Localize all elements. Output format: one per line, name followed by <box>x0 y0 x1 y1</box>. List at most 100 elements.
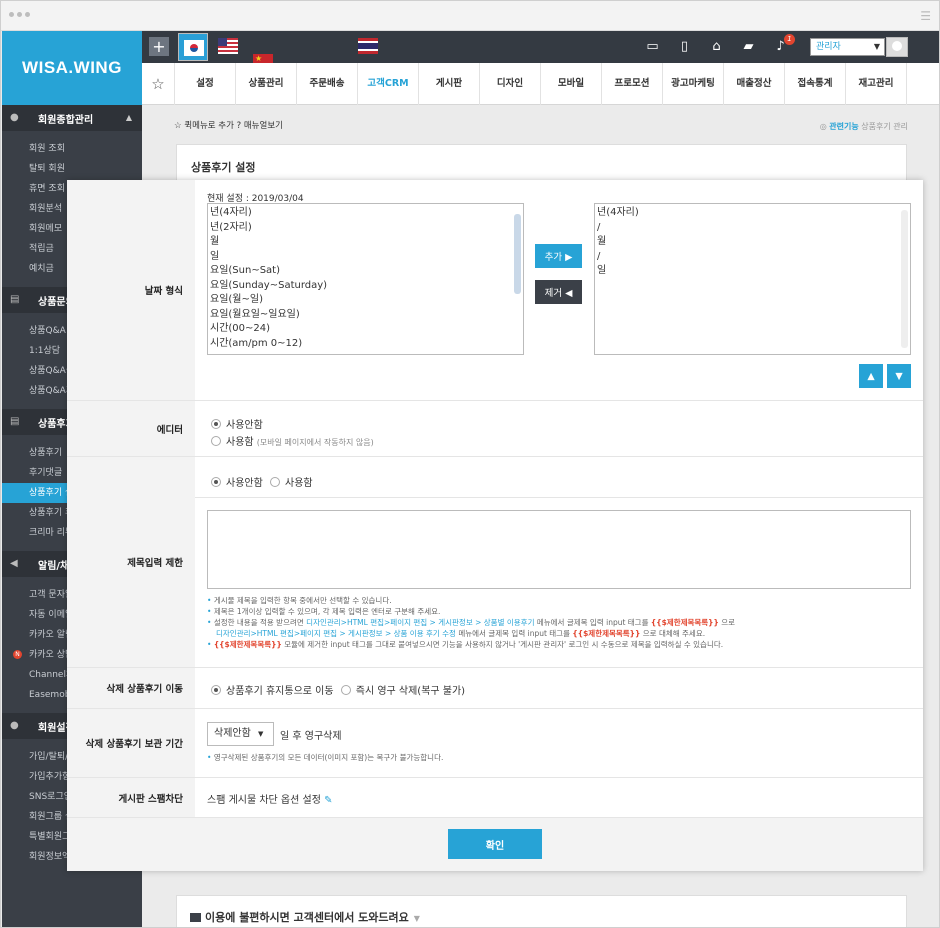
chat-icon[interactable]: ▰ <box>740 39 757 55</box>
radio-icon[interactable] <box>340 685 351 695</box>
delete-move-label: 삭제 상품후기 이동 <box>67 668 195 708</box>
selected-format-item[interactable]: 일 <box>597 264 910 279</box>
add-button[interactable]: 추가 ▶ <box>535 244 582 268</box>
flag-th-icon[interactable] <box>358 38 378 54</box>
date-option[interactable]: 년(4자리) <box>210 206 523 221</box>
date-option[interactable]: 시간(00~24) <box>210 322 523 337</box>
date-format-row: 날짜 형식 현재 설정 : 2019/03/04 년(4자리) 년(2자리) 월 일 요… <box>67 180 923 401</box>
delete-keep-label: 삭제 상품후기 보관 기간 <box>67 709 195 777</box>
radio-icon[interactable] <box>270 477 280 487</box>
date-option[interactable]: 요일(Sunday~Saturday) <box>210 279 523 294</box>
nav-tab[interactable]: 게시판 <box>419 63 480 105</box>
sidebar-item[interactable]: 탈퇴 회원 <box>2 159 142 179</box>
list-icon: ▤ <box>10 294 20 305</box>
selected-format-item[interactable]: 월 <box>597 235 910 250</box>
editor-opt2-note: (모바일 페이지에서 작동하지 않음) <box>256 438 374 447</box>
plus-button[interactable]: + <box>149 37 169 56</box>
move-up-button[interactable]: ▲ <box>859 364 883 388</box>
keep-period-select[interactable]: 삭제안함 ▼ <box>207 722 274 746</box>
help-text: 이용에 불편하시면 고객센터에서 도와드려요 <box>205 911 409 924</box>
star-icon[interactable]: ☆ <box>142 63 175 105</box>
date-option[interactable]: 요일(Sun~Sat) <box>210 264 523 279</box>
editor-row: 에디터 사용안함 사용함 (모바일 페이지에서 작동하지 않음) <box>67 401 923 457</box>
radio-checked-icon[interactable] <box>211 477 221 487</box>
confirm-button[interactable]: 확인 <box>448 829 542 859</box>
help-bar[interactable]: 이용에 불편하시면 고객센터에서 도와드려요 ▼ <box>176 895 907 927</box>
date-option[interactable]: 요일(월~일) <box>210 293 523 308</box>
date-option[interactable]: 년(2자리) <box>210 221 523 236</box>
editor-opt-on[interactable]: 사용함 (모바일 페이지에서 작동하지 않음) <box>211 433 374 448</box>
date-option[interactable]: 월 <box>210 235 523 250</box>
title-list-textarea[interactable] <box>207 510 911 589</box>
nav-tab[interactable]: 프로모션 <box>602 63 663 105</box>
date-option[interactable]: 시간(am/pm 0~12) <box>210 337 523 352</box>
delete-move-opt1: 상품후기 휴지통으로 이동 <box>226 686 334 697</box>
logo[interactable]: WISA.WING <box>2 31 142 105</box>
sidebar-item-label: 회원정보엑 <box>29 852 71 862</box>
nav-tab[interactable]: 디자인 <box>480 63 541 105</box>
sidebar-item-label: 회원분석 <box>29 204 63 214</box>
sidebar-item-label: 회원 조회 <box>29 144 65 154</box>
radio-checked-icon[interactable] <box>211 419 221 429</box>
nav-tabs: 설정 상품관리 주문배송 고객CRM 게시판 디자인 모바일 프로모션 광고마케팅 매출정산 접속통… <box>175 63 907 105</box>
sidebar-item-label: 후기댓글 <box>29 468 63 478</box>
nav-tab[interactable]: 광고마케팅 <box>663 63 724 105</box>
nav-tab[interactable]: 설정 <box>175 63 236 105</box>
nav-tab[interactable]: 상품관리 <box>236 63 297 105</box>
sidebar-section-head[interactable]: ● 회원종합관리 ▲ <box>2 105 142 131</box>
sidebar-item[interactable]: 회원 조회 <box>2 139 142 159</box>
sidebar-item-label: 상품후기 <box>29 448 63 458</box>
settings-modal: 날짜 형식 현재 설정 : 2019/03/04 년(4자리) 년(2자리) 월 일 요… <box>67 180 923 871</box>
sidebar-item-label: 1:1상담 <box>29 346 61 356</box>
related-functions[interactable]: ◎ 관련기능 상품후기 관리 <box>820 121 908 132</box>
nav-tab[interactable]: 재고관리 <box>846 63 907 105</box>
mic-icon[interactable]: ♪ 1 <box>772 34 795 55</box>
flag-kr[interactable] <box>178 33 208 61</box>
editor-label: 에디터 <box>67 401 195 456</box>
title-limit-label: 제목입력 제한 <box>67 457 195 667</box>
sidebar-section-title: 알림/채 <box>38 560 70 572</box>
date-format-label: 날짜 형식 <box>67 180 195 400</box>
date-option[interactable]: 요일(월요일~일요일) <box>210 308 523 323</box>
selected-format-list[interactable]: 년(4자리) / 월 / 일 <box>594 203 911 355</box>
title-limit-row: 제목입력 제한 사용안함 사용함 • 게시물 제목을 입력한 항목 중에서만 선… <box>67 457 923 668</box>
monitor-icon[interactable]: ▭ <box>644 39 661 55</box>
flag-us-icon[interactable] <box>218 38 238 54</box>
editor-opt-off[interactable]: 사용안함 <box>211 416 263 431</box>
selected-format-item[interactable]: / <box>597 250 910 265</box>
date-options-list[interactable]: 년(4자리) 년(2자리) 월 일 요일(Sun~Sat) 요일(Sunday~Satur… <box>207 203 524 355</box>
app-window: ☰ WISA.WING ● 회원종합관리 ▲ 회원 조회 탈퇴 회원 휴면 조회 회원분석 회… <box>0 0 940 928</box>
mobile-icon[interactable]: ▯ <box>676 39 693 55</box>
nav-tab[interactable]: 접속통계 <box>785 63 846 105</box>
radio-icon[interactable] <box>211 436 221 446</box>
date-option[interactable]: 일 <box>210 250 523 265</box>
chevron-down-icon: ▼ <box>258 730 264 738</box>
scrollbar[interactable] <box>514 214 521 294</box>
window-controls[interactable] <box>9 12 30 17</box>
avatar[interactable] <box>886 37 908 57</box>
notification-badge: 1 <box>784 34 795 45</box>
sidebar-item-label: 예치금 <box>29 264 54 274</box>
move-down-button[interactable]: ▼ <box>887 364 911 388</box>
keep-note: • 영구삭제된 상품후기의 모든 데이터(이미지 포함)는 복구가 불가능합니다… <box>207 753 444 762</box>
remove-button[interactable]: 제거 ◀ <box>535 280 582 304</box>
admin-select[interactable]: 관리자 ▼ <box>810 38 885 56</box>
nav-tab[interactable]: 모바일 <box>541 63 602 105</box>
spam-setting-link[interactable]: 스팸 게시물 차단 옵션 설정 ✎ <box>207 791 333 806</box>
edit-icon[interactable]: ✎ <box>324 795 332 806</box>
window-menu-icon[interactable]: ☰ <box>920 9 931 23</box>
selected-format-item[interactable]: 년(4자리) <box>597 206 910 221</box>
sidebar-item-label: 특별회원그 <box>29 832 71 842</box>
scrollbar[interactable] <box>901 210 908 348</box>
selected-format-item[interactable]: / <box>597 221 910 236</box>
nav-tab[interactable]: 고객CRM <box>358 63 419 105</box>
quickmenu-bar[interactable]: ☆ 퀵메뉴로 추가 ? 매뉴얼보기 <box>174 119 283 131</box>
title-limit-off[interactable]: 사용안함 사용함 <box>211 474 313 489</box>
related-link[interactable]: 상품후기 관리 <box>861 122 908 131</box>
basket-icon[interactable]: ⌂ <box>708 39 725 55</box>
nav-tab[interactable]: 매출정산 <box>724 63 785 105</box>
nav-tab[interactable]: 주문배송 <box>297 63 358 105</box>
radio-checked-icon[interactable] <box>211 685 221 695</box>
user-icon: ● <box>10 720 19 731</box>
delete-move-options[interactable]: 상품후기 휴지통으로 이동 즉시 영구 삭제(복구 불가) <box>211 682 465 697</box>
